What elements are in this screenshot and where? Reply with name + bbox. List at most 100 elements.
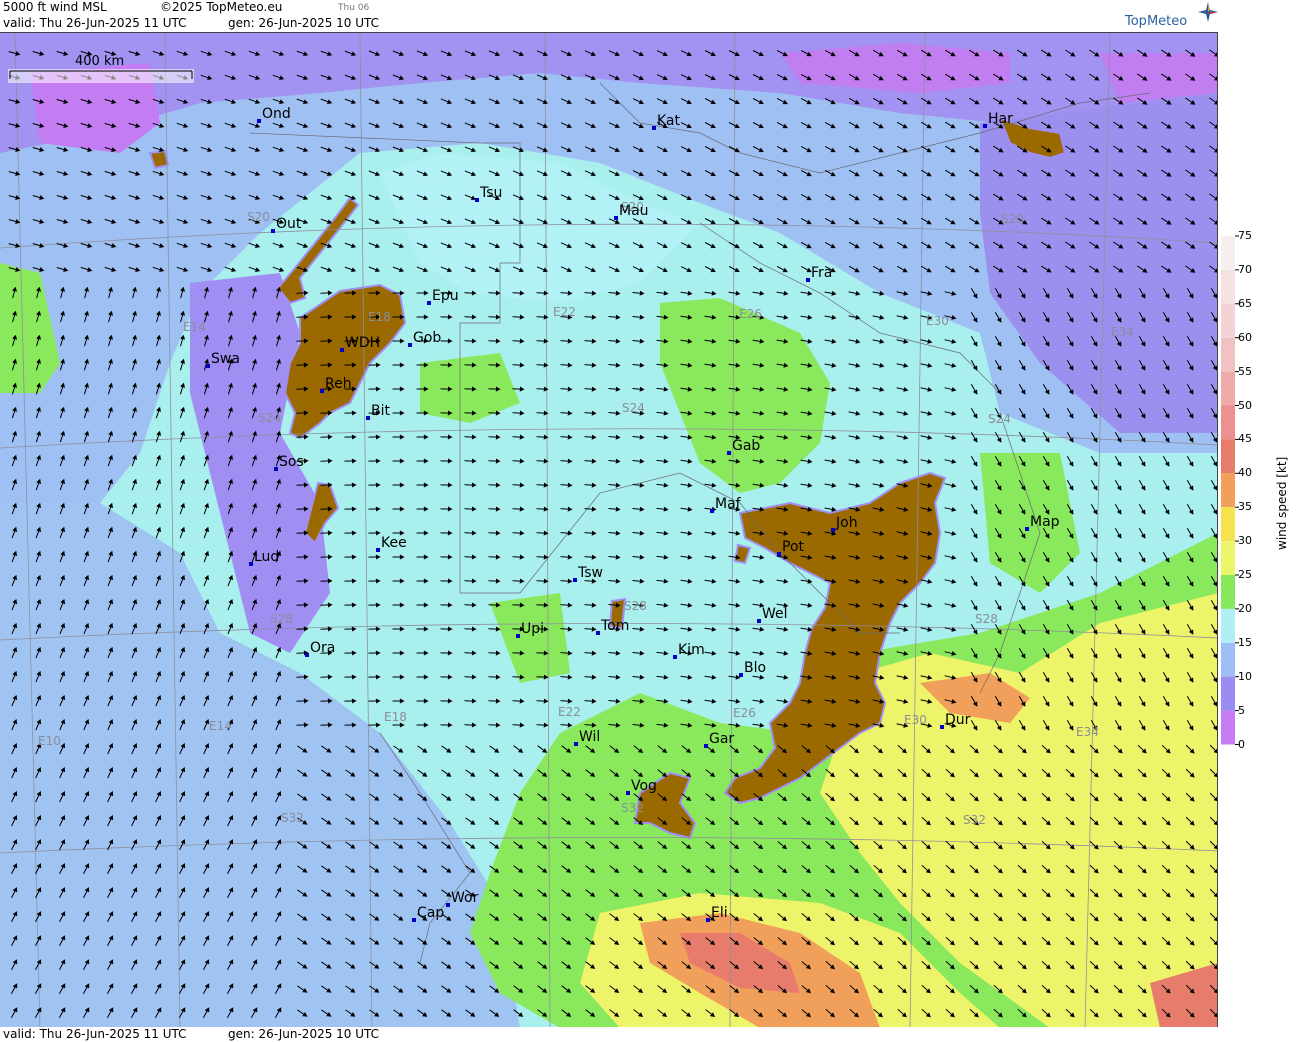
day-tag: Thu 06 (338, 3, 370, 13)
city-gab: Gab (727, 438, 760, 455)
grid-label: S24 (988, 412, 1011, 426)
city-marker (806, 278, 810, 282)
city-label: Wor (451, 890, 479, 906)
grid-label: S24 (258, 411, 281, 425)
legend-swatch (1221, 269, 1235, 304)
city-marker (777, 552, 781, 556)
grid-label: E26 (739, 307, 762, 321)
city-label: Tsw (577, 565, 603, 581)
city-wdh: WDH (340, 335, 380, 352)
header-bar: 5000 ft wind MSL ©2025 TopMeteo.eu Thu 0… (0, 0, 1309, 32)
valid-time: valid: Thu 26-Jun-2025 11 UTC (3, 16, 187, 30)
city-label: Mau (619, 203, 649, 219)
city-ond: Ond (257, 106, 291, 123)
city-marker (574, 742, 578, 746)
city-marker (596, 631, 600, 635)
city-blo: Blo (739, 660, 766, 677)
legend-swatch (1221, 405, 1235, 440)
city-upi: Upi (516, 621, 544, 638)
legend-tick-label: 55 (1238, 364, 1252, 378)
legend-tick-label: 25 (1238, 568, 1252, 581)
city-marker (831, 528, 835, 532)
grid-label: E14 (183, 320, 206, 334)
city-vog: Vog (626, 778, 657, 795)
product-title: 5000 ft wind MSL (3, 0, 107, 14)
city-lud: Lud (249, 549, 279, 566)
legend-panel (1218, 32, 1309, 1027)
city-tsu: Tsu (475, 185, 502, 202)
city-label: Eli (711, 905, 728, 921)
scale-label: 400 km (75, 54, 124, 69)
grid-label: E34 (1111, 325, 1134, 339)
city-label: Dur (945, 712, 971, 728)
legend-swatch (1221, 710, 1235, 745)
compass-star-icon (1198, 2, 1218, 22)
city-marker (249, 562, 253, 566)
city-label: Gar (709, 731, 734, 747)
legend-swatch (1221, 642, 1235, 677)
footer-valid-time: valid: Thu 26-Jun-2025 11 UTC (3, 1027, 187, 1041)
city-kim: Kim (673, 642, 705, 659)
city-label: Tom (600, 618, 629, 634)
city-cap: Cap (412, 905, 444, 922)
city-mau: Mau (614, 203, 649, 220)
city-marker (366, 416, 370, 420)
city-marker (427, 301, 431, 305)
city-map: Map (1025, 514, 1060, 531)
city-label: Reh (325, 376, 352, 392)
legend-swatch (1221, 676, 1235, 711)
city-kee: Kee (376, 535, 407, 552)
grid-label: E14 (209, 719, 232, 733)
legend-title: wind speed [kt] (1275, 456, 1289, 550)
city-marker (573, 578, 577, 582)
legend-swatch (1221, 337, 1235, 372)
city-out: Out (271, 216, 302, 233)
grid-label: E18 (368, 310, 391, 324)
legend-tick-label: 75 (1238, 229, 1252, 242)
city-marker (271, 229, 275, 233)
city-label: Gab (732, 438, 760, 454)
legend-colorbar (1221, 235, 1239, 745)
city-marker (706, 918, 710, 922)
legend-tick-label: 35 (1238, 500, 1252, 514)
city-label: Ond (262, 106, 291, 122)
city-label: Map (1030, 514, 1060, 530)
legend-swatch (1221, 575, 1235, 609)
wind-map[interactable]: 400 km S20 S20 S20 E14 E18 E22 E26 E30 E34 S24 S24… (0, 32, 1218, 1027)
city-marker (376, 548, 380, 552)
city-swa: Swa (206, 351, 240, 368)
city-label: Kat (657, 113, 681, 129)
legend-tick-label: 65 (1238, 296, 1252, 310)
city-kat: Kat (652, 113, 681, 130)
city-marker (340, 348, 344, 352)
legend-swatch (1221, 507, 1235, 542)
topmeteo-logo[interactable]: TopMeteo (1125, 14, 1187, 29)
city-label: Cap (417, 905, 444, 921)
legend-tick-label: 0 (1238, 737, 1245, 751)
city-label: Fra (811, 265, 832, 281)
city-label: Wil (579, 729, 600, 745)
legend-swatch (1221, 439, 1235, 474)
city-label: WDH (345, 335, 380, 351)
grid-label: E26 (733, 706, 756, 720)
city-marker (652, 126, 656, 130)
legend-tick-label: 20 (1238, 601, 1252, 615)
city-reh: Reh (320, 376, 352, 393)
grid-label: E34 (1076, 725, 1099, 739)
city-marker (408, 343, 412, 347)
city-marker (206, 364, 210, 368)
city-label: Vog (631, 778, 657, 794)
city-label: Pot (782, 539, 805, 555)
city-tom: Tom (596, 618, 629, 635)
city-marker (305, 653, 309, 657)
legend-swatch (1221, 608, 1235, 643)
legend-tick-label: 45 (1238, 432, 1252, 446)
city-label: Epu (432, 288, 459, 304)
city-label: Maf (715, 496, 742, 512)
legend-swatch (1221, 236, 1235, 270)
city-marker (412, 918, 416, 922)
copyright: ©2025 TopMeteo.eu (160, 0, 283, 14)
legend-tick-label: 10 (1238, 669, 1252, 683)
city-marker (1025, 527, 1029, 531)
footer-gen-time: gen: 26-Jun-2025 10 UTC (228, 1027, 380, 1041)
